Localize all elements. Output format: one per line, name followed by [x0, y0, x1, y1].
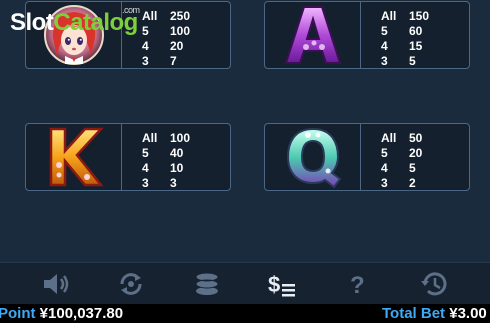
payout-row: 5 40 — [142, 146, 184, 160]
payout-row: 45 — [381, 161, 416, 175]
total-bet-value: ¥3.00 — [449, 305, 487, 322]
payout-table-q: All 50 5 20 45 32 — [361, 124, 469, 190]
payout-row: 4 20 — [142, 39, 184, 53]
status-bar: Point ¥100,037.80 Total Bet ¥3.00 — [0, 304, 490, 323]
help-icon[interactable]: ? — [338, 266, 378, 302]
total-bet: Total Bet ¥3.00 — [382, 304, 487, 323]
payout-row: 5 20 — [381, 146, 423, 160]
payout-row: All 150 — [381, 9, 430, 23]
payout-row: All 250 — [142, 9, 191, 23]
paytable-panel: All 250 5 100 4 20 37 All 150 5 60 4 15 … — [0, 0, 490, 262]
paytable-card-q: All 50 5 20 45 32 — [264, 123, 470, 191]
svg-text:?: ? — [350, 272, 365, 298]
payout-row: 32 — [381, 176, 416, 190]
autoplay-icon[interactable] — [111, 266, 151, 302]
paytable-card-a: All 150 5 60 4 15 35 — [264, 1, 470, 69]
paytable-card-k: All 100 5 40 4 10 33 — [25, 123, 231, 191]
payout-row: 4 15 — [381, 39, 423, 53]
payout-table-k: All 100 5 40 4 10 33 — [122, 124, 230, 190]
payout-row: 5 100 — [142, 24, 191, 38]
paytable-icon[interactable]: $ — [263, 266, 303, 302]
chips-icon[interactable] — [187, 266, 227, 302]
payout-table-a: All 150 5 60 4 15 35 — [361, 2, 469, 68]
sound-icon[interactable] — [36, 266, 76, 302]
game-toolbar: $ ? — [0, 262, 490, 304]
letter-k-symbol-icon — [26, 124, 122, 190]
point-label: Point — [0, 305, 36, 322]
total-bet-label: Total Bet — [382, 305, 446, 322]
payout-row: All 100 — [142, 131, 191, 145]
payout-row: 35 — [381, 54, 416, 68]
payout-row: All 50 — [381, 131, 423, 145]
letter-q-symbol-icon — [265, 124, 361, 190]
letter-a-symbol-icon — [265, 2, 361, 68]
history-icon[interactable] — [414, 266, 454, 302]
payout-row: 5 60 — [381, 24, 423, 38]
payout-row: 4 10 — [142, 161, 184, 175]
point-value: ¥100,037.80 — [39, 305, 124, 322]
slotcatalog-logo: SlotCatalog .com — [10, 5, 140, 36]
svg-text:$: $ — [268, 272, 280, 297]
payout-row: 33 — [142, 176, 177, 190]
point-balance: Point ¥100,037.80 — [0, 304, 123, 323]
payout-row: 37 — [142, 54, 177, 68]
